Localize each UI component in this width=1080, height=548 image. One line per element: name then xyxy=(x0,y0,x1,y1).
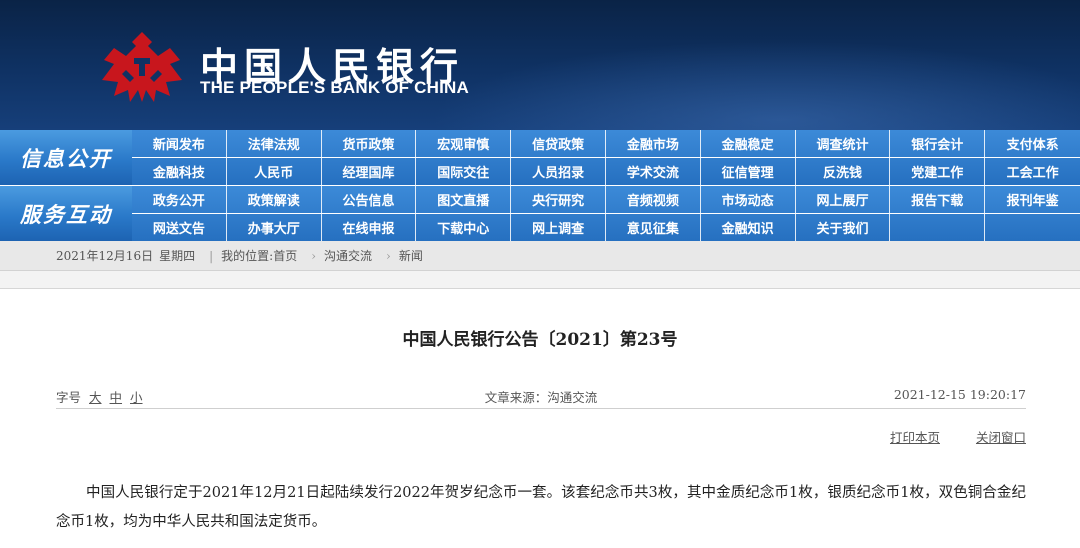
nav-item[interactable]: 金融稳定 xyxy=(701,130,796,157)
banner-glow xyxy=(430,40,1080,130)
nav-group-info: 信息公开 新闻发布 法律法规 货币政策 宏观审慎 信贷政策 金融市场 金融稳定 … xyxy=(0,130,1080,185)
nav-item[interactable]: 下载中心 xyxy=(416,214,512,241)
header-banner: 中国人民银行 THE PEOPLE'S BANK OF CHINA xyxy=(0,0,1080,130)
nav-item[interactable]: 货币政策 xyxy=(322,130,417,157)
breadcrumb-divider: | xyxy=(209,248,214,263)
current-weekday: 星期四 xyxy=(159,249,196,263)
nav-item[interactable]: 报刊年鉴 xyxy=(985,186,1080,213)
nav-row: 新闻发布 法律法规 货币政策 宏观审慎 信贷政策 金融市场 金融稳定 调查统计 … xyxy=(132,130,1080,157)
article-meta: 字号 大 中 小 文章来源：沟通交流 2021-12-15 19:20:17 xyxy=(56,387,1026,409)
nav-items: 新闻发布 法律法规 货币政策 宏观审慎 信贷政策 金融市场 金融稳定 调查统计 … xyxy=(132,130,1080,185)
location-label: 我的位置: xyxy=(221,249,274,263)
nav-item[interactable]: 图文直播 xyxy=(416,186,512,213)
breadcrumb-home[interactable]: 首页 xyxy=(273,247,297,264)
nav-item[interactable]: 音频视频 xyxy=(606,186,701,213)
nav-item[interactable]: 新闻发布 xyxy=(132,130,227,157)
nav-group-label: 服务互动 xyxy=(0,186,132,241)
nav-item[interactable]: 金融市场 xyxy=(606,130,701,157)
nav-item[interactable]: 央行研究 xyxy=(511,186,606,213)
nav-item[interactable]: 支付体系 xyxy=(985,130,1080,157)
nav-item[interactable]: 关于我们 xyxy=(796,214,891,241)
nav-item[interactable]: 网送文告 xyxy=(132,214,227,241)
nav-item[interactable]: 经理国库 xyxy=(322,158,417,185)
nav-item[interactable]: 国际交往 xyxy=(416,158,512,185)
nav-item[interactable]: 银行会计 xyxy=(890,130,986,157)
nav-item[interactable]: 意见征集 xyxy=(606,214,701,241)
nav-item[interactable]: 法律法规 xyxy=(227,130,322,157)
nav-item[interactable]: 工会工作 xyxy=(985,158,1080,185)
nav-item[interactable]: 市场动态 xyxy=(701,186,796,213)
nav-item[interactable]: 在线申报 xyxy=(322,214,417,241)
breadcrumb-item[interactable]: 新闻 xyxy=(399,247,423,264)
nav-item[interactable]: 网上展厅 xyxy=(796,186,891,213)
nav-item[interactable]: 人民币 xyxy=(227,158,322,185)
nav-group-service: 服务互动 政务公开 政策解读 公告信息 图文直播 央行研究 音频视频 市场动态 … xyxy=(0,186,1080,241)
close-window-link[interactable]: 关闭窗口 xyxy=(976,430,1026,445)
nav-item[interactable]: 调查统计 xyxy=(796,130,891,157)
nav-item[interactable]: 政策解读 xyxy=(227,186,322,213)
article-title: 中国人民银行公告〔2021〕第23号 xyxy=(402,330,678,350)
nav-item[interactable]: 学术交流 xyxy=(606,158,701,185)
pboc-emblem-icon[interactable] xyxy=(100,30,184,104)
nav-item[interactable]: 征信管理 xyxy=(701,158,796,185)
nav-item-empty xyxy=(985,214,1080,241)
nav-item[interactable]: 公告信息 xyxy=(322,186,417,213)
nav-item[interactable]: 网上调查 xyxy=(511,214,606,241)
main-navigation: 信息公开 新闻发布 法律法规 货币政策 宏观审慎 信贷政策 金融市场 金融稳定 … xyxy=(0,130,1080,241)
nav-item[interactable]: 信贷政策 xyxy=(511,130,606,157)
nav-row: 网送文告 办事大厅 在线申报 下载中心 网上调查 意见征集 金融知识 关于我们 xyxy=(132,213,1080,241)
article-datetime: 2021-12-15 19:20:17 xyxy=(893,387,1026,402)
print-page-link[interactable]: 打印本页 xyxy=(890,430,940,445)
nav-group-label: 信息公开 xyxy=(0,130,132,185)
article-panel: 中国人民银行公告〔2021〕第23号 字号 大 中 小 文章来源：沟通交流 20… xyxy=(0,288,1080,548)
current-date: 2021年12月16日 xyxy=(56,249,154,263)
bank-name-en: THE PEOPLE'S BANK OF CHINA xyxy=(200,78,469,97)
nav-row: 政务公开 政策解读 公告信息 图文直播 央行研究 音频视频 市场动态 网上展厅 … xyxy=(132,186,1080,213)
nav-item[interactable]: 党建工作 xyxy=(890,158,986,185)
nav-items: 政务公开 政策解读 公告信息 图文直播 央行研究 音频视频 市场动态 网上展厅 … xyxy=(132,186,1080,241)
nav-item-empty xyxy=(890,214,986,241)
nav-row: 金融科技 人民币 经理国库 国际交往 人员招录 学术交流 征信管理 反洗钱 党建… xyxy=(132,157,1080,185)
nav-item[interactable]: 人员招录 xyxy=(511,158,606,185)
nav-item[interactable]: 办事大厅 xyxy=(227,214,322,241)
nav-item[interactable]: 报告下载 xyxy=(890,186,986,213)
nav-item[interactable]: 宏观审慎 xyxy=(416,130,512,157)
article-body: 中国人民银行定于2021年12月21日起陆续发行2022年贺岁纪念币一套。该套纪… xyxy=(56,485,1026,530)
nav-item[interactable]: 反洗钱 xyxy=(796,158,891,185)
breadcrumb-item[interactable]: 沟通交流 xyxy=(324,247,372,264)
nav-item[interactable]: 金融科技 xyxy=(132,158,227,185)
breadcrumb: 2021年12月16日 星期四 | 我的位置: 首页 › 沟通交流 › 新闻 xyxy=(0,241,1080,271)
nav-item[interactable]: 政务公开 xyxy=(132,186,227,213)
article-source: 文章来源：沟通交流 xyxy=(484,390,598,405)
nav-item[interactable]: 金融知识 xyxy=(701,214,796,241)
breadcrumb-separator: › xyxy=(386,248,391,263)
breadcrumb-separator: › xyxy=(311,248,317,263)
article-tools: 打印本页 关闭窗口 xyxy=(858,427,1026,446)
